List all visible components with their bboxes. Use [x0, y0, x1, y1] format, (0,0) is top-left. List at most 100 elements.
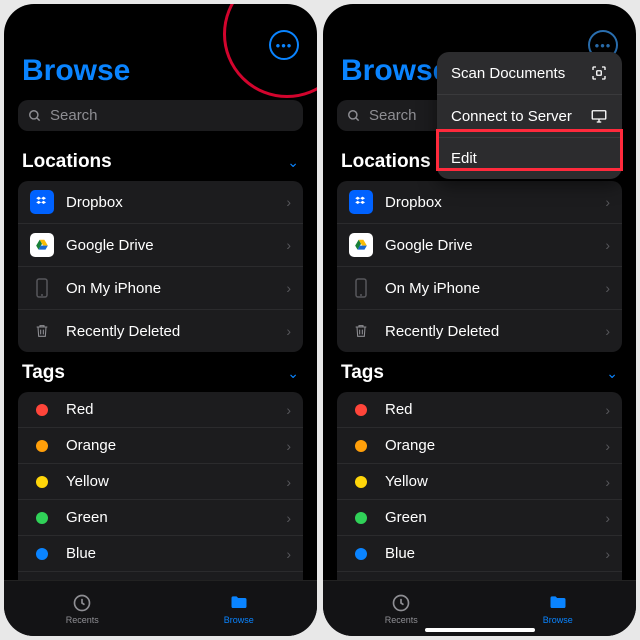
dropbox-icon — [30, 190, 54, 214]
chevron-right-icon: › — [605, 438, 610, 454]
folder-icon — [547, 593, 569, 613]
tags-header[interactable]: Tags ⌄ — [18, 352, 303, 392]
location-iphone[interactable]: On My iPhone › — [18, 267, 303, 310]
gdrive-icon — [30, 233, 54, 257]
search-icon — [28, 109, 42, 123]
tag-label: Blue — [385, 545, 415, 562]
home-indicator — [425, 628, 535, 632]
tag-dot-icon — [36, 404, 48, 416]
locations-list: Dropbox › Google Drive › On My iPhone › — [337, 181, 622, 352]
more-button[interactable]: ••• — [269, 30, 299, 60]
tag-orange[interactable]: Orange › — [337, 428, 622, 464]
location-deleted[interactable]: Recently Deleted › — [337, 310, 622, 352]
location-iphone[interactable]: On My iPhone › — [337, 267, 622, 310]
chevron-right-icon: › — [286, 237, 291, 253]
clock-icon — [72, 593, 92, 613]
tag-label: Green — [66, 509, 108, 526]
tab-bar: Recents Browse — [4, 580, 317, 636]
ellipsis-icon: ••• — [595, 38, 612, 53]
chevron-right-icon: › — [286, 474, 291, 490]
tag-dot-icon — [355, 512, 367, 524]
location-label: Google Drive — [385, 237, 473, 254]
right-phone: ••• Browse Scan Documents Connect to Ser… — [323, 4, 636, 636]
chevron-right-icon: › — [605, 474, 610, 490]
chevron-right-icon: › — [286, 323, 291, 339]
chevron-right-icon: › — [605, 323, 610, 339]
dropbox-icon — [349, 190, 373, 214]
clock-icon — [391, 593, 411, 613]
tag-dot-icon — [36, 440, 48, 452]
location-gdrive[interactable]: Google Drive › — [337, 224, 622, 267]
locations-title: Locations — [341, 151, 431, 173]
chevron-right-icon: › — [286, 402, 291, 418]
content: Locations ⌄ Dropbox › Google Drive › — [323, 141, 636, 580]
tag-orange[interactable]: Orange› — [18, 428, 303, 464]
tag-label: Yellow — [66, 473, 109, 490]
tags-list: Red› Orange› Yellow › Green › Blue › Purple… — [18, 392, 303, 580]
more-menu: Scan Documents Connect to Server Edit — [437, 52, 622, 179]
menu-scan-documents[interactable]: Scan Documents — [437, 52, 622, 95]
menu-label: Connect to Server — [451, 108, 572, 125]
tag-label: Green — [385, 509, 427, 526]
location-label: Google Drive — [66, 237, 154, 254]
chevron-right-icon: › — [605, 402, 610, 418]
tag-yellow[interactable]: Yellow › — [18, 464, 303, 500]
menu-connect-server[interactable]: Connect to Server — [437, 95, 622, 138]
location-dropbox[interactable]: Dropbox › — [18, 181, 303, 224]
locations-list: Dropbox › Google Drive › On My iPhone › — [18, 181, 303, 352]
locations-header[interactable]: Locations ⌄ — [18, 141, 303, 181]
tag-label: Blue — [66, 545, 96, 562]
tag-dot-icon — [36, 512, 48, 524]
tags-title: Tags — [341, 362, 384, 384]
location-gdrive[interactable]: Google Drive › — [18, 224, 303, 267]
tab-label: Browse — [224, 615, 254, 625]
tag-purple[interactable]: Purple› — [337, 572, 622, 580]
tab-browse[interactable]: Browse — [161, 581, 318, 636]
server-icon — [590, 107, 608, 125]
chevron-down-icon: ⌄ — [287, 154, 299, 171]
search-placeholder: Search — [369, 107, 417, 124]
tag-yellow[interactable]: Yellow› — [337, 464, 622, 500]
location-label: Recently Deleted — [66, 323, 180, 340]
tag-blue[interactable]: Blue › — [337, 536, 622, 572]
iphone-icon — [349, 276, 373, 300]
location-label: Recently Deleted — [385, 323, 499, 340]
tags-header[interactable]: Tags ⌄ — [337, 352, 622, 392]
tab-label: Recents — [66, 615, 99, 625]
trash-icon — [349, 319, 373, 343]
tag-label: Orange — [385, 437, 435, 454]
search-placeholder: Search — [50, 107, 98, 124]
ellipsis-icon: ••• — [276, 38, 293, 53]
left-phone: ••• Browse Search Locations ⌄ Dropbox › — [4, 4, 317, 636]
chevron-right-icon: › — [605, 510, 610, 526]
iphone-icon — [30, 276, 54, 300]
tag-dot-icon — [355, 404, 367, 416]
tag-blue[interactable]: Blue › — [18, 536, 303, 572]
chevron-down-icon: ⌄ — [287, 365, 299, 382]
tag-red[interactable]: Red› — [337, 392, 622, 428]
menu-edit[interactable]: Edit — [437, 138, 622, 179]
tag-green[interactable]: Green › — [337, 500, 622, 536]
chevron-down-icon: ⌄ — [606, 365, 618, 382]
tag-dot-icon — [36, 548, 48, 560]
tab-recents[interactable]: Recents — [4, 581, 161, 636]
location-dropbox[interactable]: Dropbox › — [337, 181, 622, 224]
trash-icon — [30, 319, 54, 343]
chevron-right-icon: › — [605, 194, 610, 210]
chevron-right-icon: › — [605, 546, 610, 562]
search-input[interactable]: Search — [18, 100, 303, 131]
gdrive-icon — [349, 233, 373, 257]
chevron-right-icon: › — [286, 194, 291, 210]
locations-title: Locations — [22, 151, 112, 173]
tag-red[interactable]: Red› — [18, 392, 303, 428]
tag-green[interactable]: Green › — [18, 500, 303, 536]
chevron-right-icon: › — [286, 510, 291, 526]
chevron-right-icon: › — [286, 546, 291, 562]
content: Locations ⌄ Dropbox › Google Drive › — [4, 141, 317, 580]
tab-label: Recents — [385, 615, 418, 625]
tag-purple[interactable]: Purple› — [18, 572, 303, 580]
tags-list: Red› Orange › Yellow› Green › Blue › Purple… — [337, 392, 622, 580]
menu-label: Edit — [451, 150, 477, 167]
chevron-right-icon: › — [605, 280, 610, 296]
location-deleted[interactable]: Recently Deleted › — [18, 310, 303, 352]
